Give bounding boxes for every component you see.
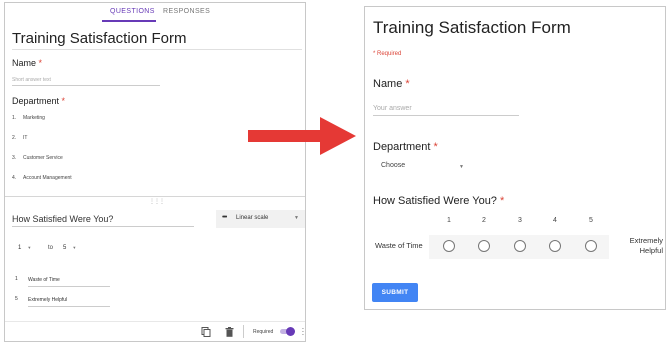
question-label-text: Name [373,78,403,90]
name-answer-input[interactable]: Your answer [373,105,412,112]
required-asterisk: * [61,96,66,106]
name-question-label: Name * [373,78,410,90]
dropdown-option[interactable]: 4. Account Management [12,175,72,181]
form-editor-panel: QUESTIONS RESPONSES Training Satisfactio… [4,2,306,342]
delete-icon[interactable] [225,327,234,337]
high-label-number: 5 [15,296,18,302]
required-note: * Required [373,51,402,57]
footer-separator [243,325,244,338]
scale-number-3: 3 [518,217,522,224]
range-to-label: to [48,245,54,251]
option-text: IT [23,135,28,141]
option-number: 2. [12,135,17,141]
drag-handle-icon[interactable]: ⋮⋮⋮ [149,198,165,205]
tab-responses[interactable]: RESPONSES [163,8,210,15]
required-toggle-label: Required [253,329,274,335]
scale-question-title-input[interactable]: How Satisfied Were You? [12,214,113,224]
transform-arrow-icon [248,117,356,155]
editor-tabs: QUESTIONS RESPONSES [5,3,305,23]
low-label-number: 1 [15,276,18,282]
department-question-label: Department [12,96,60,106]
required-toggle[interactable] [279,327,295,336]
chevron-down-icon: ▼ [27,245,32,250]
chevron-down-icon: ▼ [72,245,77,250]
department-question-title[interactable]: Department * [12,96,65,106]
footer-divider [5,321,305,322]
scale-high-label: Extremely Helpful [629,236,663,255]
form-title: Training Satisfaction Form [373,18,571,37]
low-label-input[interactable]: Waste of Time [28,277,60,283]
scale-number-2: 2 [482,217,486,224]
dropdown-option[interactable]: 1. Marketing [12,115,45,121]
name-question-label: Name [12,58,37,68]
scale-number-4: 4 [553,217,557,224]
tab-questions[interactable]: QUESTIONS [110,8,155,15]
question-title-underline [12,226,194,227]
short-answer-placeholder: Short answer text [12,77,51,83]
scale-radio-4[interactable] [549,240,561,252]
option-number: 1. [12,115,17,121]
high-label-input[interactable]: Extremely Helpful [28,297,67,303]
scale-question-label: How Satisfied Were You? * [373,195,504,207]
scale-max-value: 5 [63,245,67,251]
department-question-label: Department * [373,141,438,153]
short-answer-underline [12,85,160,86]
name-question-title[interactable]: Name * [12,58,42,68]
answer-underline [373,115,519,116]
label-underline [28,306,110,307]
more-options-icon[interactable]: · · · [301,325,305,339]
scale-radio-1[interactable] [443,240,455,252]
question-label-text: How Satisfied Were You? [373,195,497,207]
question-type-label: Linear scale [236,215,269,221]
scale-max-select[interactable]: 5 ▼ [63,245,76,251]
linear-scale-icon: ••• [222,214,227,221]
question-divider [5,196,305,197]
scale-number-5: 5 [589,217,593,224]
option-number: 3. [12,155,17,161]
required-asterisk: * [433,141,438,153]
label-underline [28,286,110,287]
scale-min-select[interactable]: 1 ▼ [18,245,31,251]
chevron-down-icon: ▼ [459,164,464,170]
department-select[interactable]: Choose ▼ [381,162,471,176]
scale-number-1: 1 [447,217,451,224]
required-asterisk: * [405,78,410,90]
option-text: Marketing [23,115,45,121]
required-asterisk: * [500,195,505,207]
chevron-down-icon: ▼ [294,215,299,221]
toggle-knob [286,327,295,336]
option-text: Account Management [23,175,72,181]
submit-button[interactable]: SUBMIT [372,283,418,302]
option-text: Customer Service [23,155,63,161]
scale-radio-2[interactable] [478,240,490,252]
scale-min-value: 1 [18,245,22,251]
form-preview-panel: Training Satisfaction Form * Required Na… [364,6,666,310]
option-number: 4. [12,175,17,181]
question-type-dropdown[interactable]: ••• Linear scale ▼ [216,210,305,228]
duplicate-icon[interactable] [201,327,211,337]
required-asterisk: * [38,58,43,68]
dropdown-option[interactable]: 2. IT [12,135,27,141]
active-tab-indicator [102,20,156,22]
form-title-input[interactable]: Training Satisfaction Form [12,30,187,47]
scale-low-label: Waste of Time [375,241,423,250]
scale-radio-3[interactable] [514,240,526,252]
scale-radio-5[interactable] [585,240,597,252]
select-placeholder: Choose [381,162,406,169]
question-label-text: Department [373,141,431,153]
divider [12,49,302,50]
dropdown-option[interactable]: 3. Customer Service [12,155,63,161]
